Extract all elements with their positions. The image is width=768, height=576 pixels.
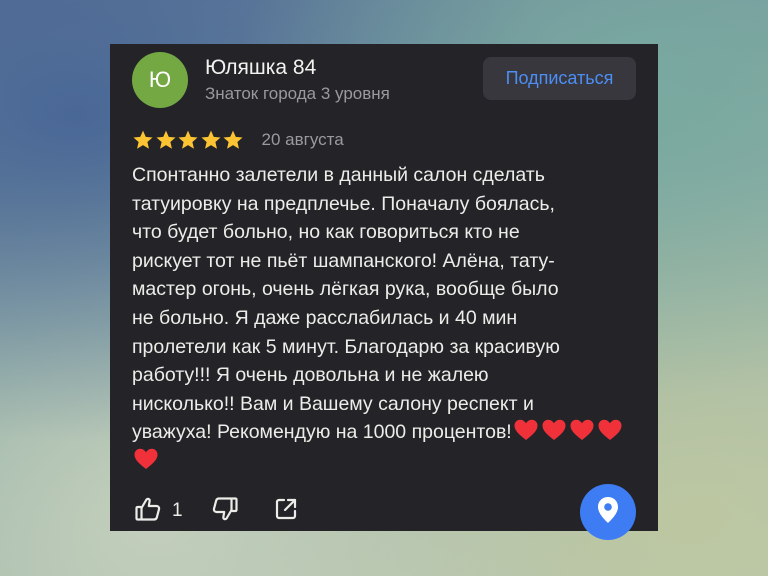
dislike-button[interactable] bbox=[211, 495, 239, 528]
map-button[interactable] bbox=[580, 484, 636, 540]
star-icon bbox=[200, 130, 221, 149]
subscribe-button[interactable]: Подписаться bbox=[483, 57, 636, 100]
like-count: 1 bbox=[172, 500, 183, 521]
avatar[interactable]: Ю bbox=[132, 52, 188, 108]
star-icon bbox=[155, 130, 176, 149]
author-name[interactable]: Юляшка 84 bbox=[205, 56, 316, 80]
share-button[interactable] bbox=[273, 496, 299, 527]
heart-icon bbox=[514, 420, 538, 441]
thumbs-up-icon bbox=[134, 495, 162, 528]
review-card: Ю Юляшка 84 Знаток города 3 уровня Подпи… bbox=[110, 44, 658, 540]
heart-icon bbox=[570, 420, 594, 441]
star-icon bbox=[223, 130, 243, 149]
heart-icon bbox=[134, 448, 158, 469]
heart-icon bbox=[598, 420, 622, 441]
heart-icon bbox=[542, 420, 566, 441]
review-body: Спонтанно залетели в данный салон сделат… bbox=[132, 164, 560, 444]
star-icon bbox=[178, 130, 198, 149]
author-level: Знаток города 3 уровня bbox=[205, 84, 390, 103]
like-button[interactable]: 1 bbox=[134, 495, 183, 528]
thumbs-down-icon bbox=[211, 495, 239, 528]
rating-row: 20 августа bbox=[132, 128, 344, 152]
star-rating bbox=[132, 129, 245, 151]
map-pin-icon bbox=[595, 495, 621, 530]
star-icon bbox=[133, 130, 153, 149]
review-date: 20 августа bbox=[261, 130, 344, 149]
review-actions: 1 bbox=[134, 496, 299, 526]
review-text: Спонтанно залетели в данный салон сделат… bbox=[132, 161, 642, 476]
share-icon bbox=[273, 496, 299, 527]
